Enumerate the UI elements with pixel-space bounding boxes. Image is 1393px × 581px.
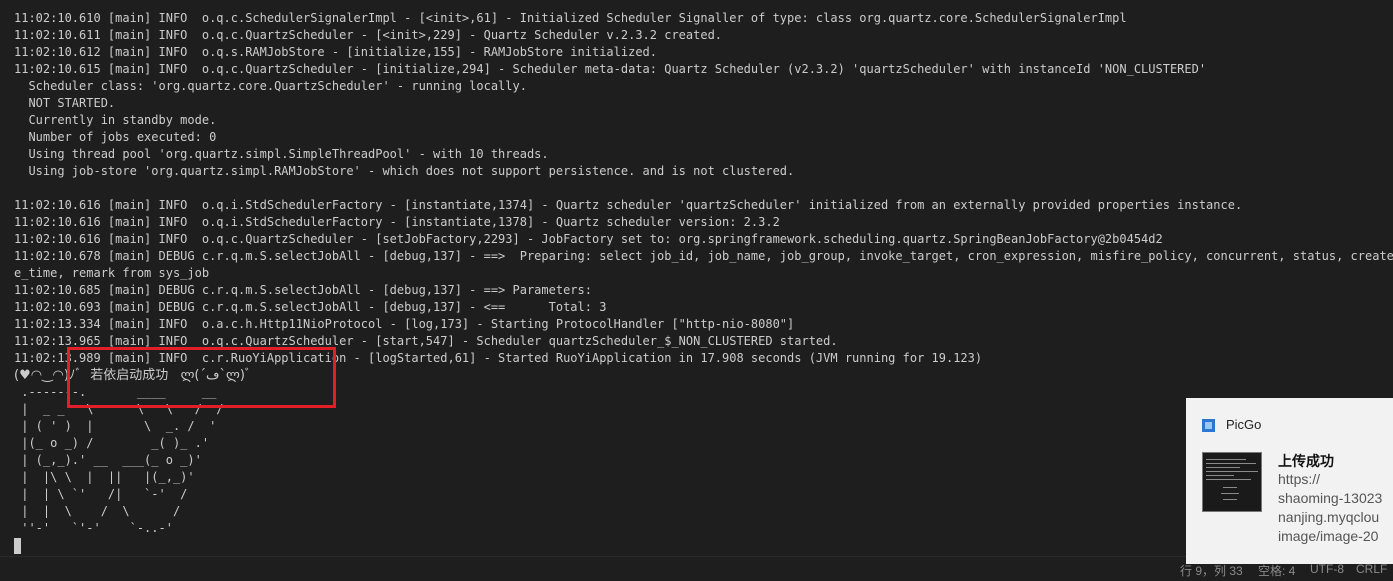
- toast-body-line: shaoming-13023: [1278, 490, 1383, 506]
- picgo-app-icon: [1202, 419, 1215, 432]
- status-eol[interactable]: CRLF: [1356, 562, 1387, 576]
- log-line: Number of jobs executed: 0: [14, 130, 217, 144]
- status-indentation[interactable]: 空格: 4: [1258, 562, 1295, 579]
- log-line: 11:02:10.685 [main] DEBUG c.r.q.m.S.sele…: [14, 283, 592, 297]
- log-line: 11:02:10.616 [main] INFO o.q.i.StdSchedu…: [14, 198, 1243, 212]
- log-line: 11:02:10.616 [main] INFO o.q.c.QuartzSch…: [14, 232, 1163, 246]
- ascii-art-line: | |\ \ | || |(_,_)': [14, 470, 195, 484]
- log-line: 11:02:10.678 [main] DEBUG c.r.q.m.S.sele…: [14, 249, 1393, 263]
- log-line: 11:02:10.615 [main] INFO o.q.c.QuartzSch…: [14, 62, 1207, 76]
- log-line: 11:02:10.610 [main] INFO o.q.c.Scheduler…: [14, 11, 1127, 25]
- status-cursor-position[interactable]: 行 9，列 33: [1180, 562, 1243, 579]
- ascii-art-line: | (_,_).' __ ___(_ o _)': [14, 453, 202, 467]
- log-line: Using thread pool 'org.quartz.simpl.Simp…: [14, 147, 549, 161]
- toast-title: 上传成功: [1278, 453, 1334, 469]
- status-bar: 行 9，列 33 空格: 4 UTF-8 CRLF: [0, 556, 1393, 581]
- ascii-art-line: | | \ `' /| `-' /: [14, 487, 188, 501]
- terminal-panel[interactable]: 11:02:10.610 [main] INFO o.q.c.Scheduler…: [0, 0, 1393, 556]
- log-line: e_time, remark from sys_job: [14, 266, 210, 280]
- log-line: Scheduler class: 'org.quartz.core.Quartz…: [14, 79, 527, 93]
- log-line: Currently in standby mode.: [14, 113, 217, 127]
- log-line: NOT STARTED.: [14, 96, 116, 110]
- uploaded-image-thumbnail: [1202, 452, 1262, 512]
- ascii-art-line: ''-' `'-' `-..-': [14, 521, 173, 535]
- annotation-highlight-box: [67, 347, 336, 408]
- log-line: 11:02:10.612 [main] INFO o.q.s.RAMJobSto…: [14, 45, 657, 59]
- log-line: 11:02:10.693 [main] DEBUG c.r.q.m.S.sele…: [14, 300, 607, 314]
- picgo-notification-toast[interactable]: PicGo 上传成功 https:// shaoming-13023 nanji…: [1186, 398, 1393, 564]
- log-line: 11:02:10.611 [main] INFO o.q.c.QuartzSch…: [14, 28, 723, 42]
- toast-body-line: image/image-20: [1278, 528, 1379, 544]
- terminal-cursor: [14, 538, 21, 554]
- ascii-art-line: |(_ o _) / _( )_ .': [14, 436, 210, 450]
- status-encoding[interactable]: UTF-8: [1310, 562, 1344, 576]
- log-line: 11:02:13.334 [main] INFO o.a.c.h.Http11N…: [14, 317, 795, 331]
- toast-app-name: PicGo: [1226, 417, 1262, 432]
- ascii-art-line: | ( ' ) | \ _. / ': [14, 419, 217, 433]
- log-line: Using job-store 'org.quartz.simpl.RAMJob…: [14, 164, 795, 178]
- ascii-art-line: | | \ / \ /: [14, 504, 181, 518]
- log-line: 11:02:10.616 [main] INFO o.q.i.StdSchedu…: [14, 215, 780, 229]
- toast-body-line: nanjing.myqclou: [1278, 509, 1380, 525]
- toast-body-line: https://: [1278, 471, 1321, 487]
